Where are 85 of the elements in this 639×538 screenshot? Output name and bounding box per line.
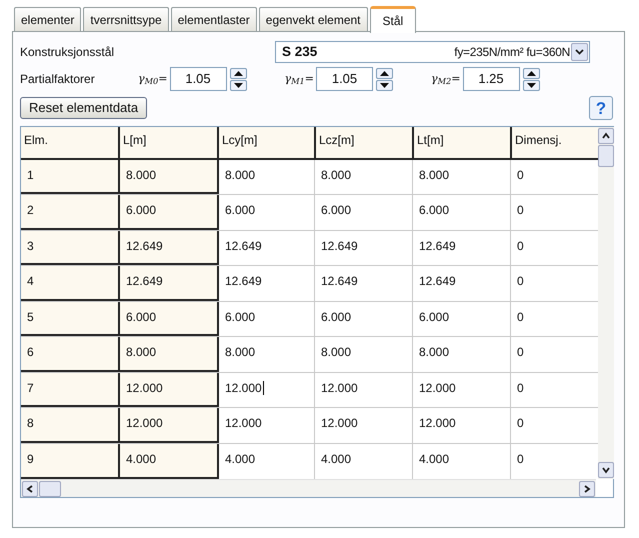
table-cell[interactable]: 8.000 <box>118 337 217 372</box>
vertical-scrollbar[interactable] <box>598 127 614 479</box>
help-button[interactable]: ? <box>589 96 613 120</box>
down-triangle-icon <box>234 82 242 88</box>
table-cell[interactable]: 12.649 <box>118 266 217 301</box>
scroll-right-button[interactable] <box>579 480 595 496</box>
table-cell[interactable]: 12.649 <box>118 230 217 266</box>
row-header: 6 <box>21 337 118 372</box>
spin-buttons[interactable] <box>376 68 393 90</box>
table-cell[interactable]: 6.000 <box>314 302 412 336</box>
factor-input[interactable]: 1.05 <box>316 67 373 91</box>
table-cell[interactable]: 8.000 <box>314 160 412 194</box>
column-header: L[m] <box>118 127 217 158</box>
table-cell[interactable]: 12.000 <box>118 372 217 408</box>
scroll-down-button[interactable] <box>598 462 614 478</box>
row-header: 2 <box>21 195 118 230</box>
horizontal-scrollbar[interactable] <box>21 479 596 497</box>
table-cell[interactable]: 12.000 <box>314 372 412 408</box>
table-cell[interactable]: 12.649 <box>314 230 412 266</box>
table-cell[interactable]: 6.000 <box>217 195 314 230</box>
tab[interactable]: egenvekt element <box>258 7 368 31</box>
table-cell[interactable]: 6.000 <box>314 195 412 230</box>
chevron-icon <box>575 49 584 55</box>
column-header: Lcz[m] <box>314 127 412 158</box>
factor-label: γ$_{M0}$= <box>138 70 168 88</box>
table-cell[interactable]: 12.000 <box>217 372 314 408</box>
row-header: 4 <box>21 266 118 301</box>
table-cell[interactable]: 12.649 <box>412 266 510 301</box>
chevron-icon <box>602 132 610 140</box>
table-cell[interactable]: 12.000 <box>412 408 510 443</box>
table-cell[interactable]: 12.000 <box>217 408 314 443</box>
scroll-up-button[interactable] <box>598 128 614 144</box>
row-header: 5 <box>21 302 118 336</box>
table-cell[interactable]: 6.000 <box>412 195 510 230</box>
table-cell[interactable]: 6.000 <box>217 302 314 336</box>
table-cell[interactable]: 12.649 <box>217 230 314 266</box>
table-cell[interactable]: 8.000 <box>217 160 314 194</box>
row-header: 8 <box>21 408 118 443</box>
column-header: Lcy[m] <box>217 127 314 158</box>
up-triangle-icon <box>234 70 242 76</box>
factor-input[interactable]: 1.25 <box>462 67 520 91</box>
steel-dropdown[interactable]: S 235 fy=235N/mm² fu=360N <box>275 41 590 63</box>
table-cell[interactable]: 12.000 <box>118 408 217 443</box>
steel-label: Konstruksjonsstål <box>20 44 116 61</box>
tab[interactable]: elementer <box>14 7 82 31</box>
chevron-icon <box>602 466 610 474</box>
up-triangle-icon <box>380 70 389 76</box>
table-cell[interactable]: 12.649 <box>314 266 412 301</box>
chevron-icon <box>583 484 591 492</box>
table-cell[interactable]: 8.000 <box>412 337 510 372</box>
table-cell[interactable]: 12.000 <box>314 408 412 443</box>
row-header: 9 <box>21 444 118 479</box>
table-cell[interactable]: 12.000 <box>412 372 510 408</box>
table-cell[interactable]: 6.000 <box>118 302 217 336</box>
table-cell[interactable]: 6.000 <box>118 195 217 230</box>
column-header: Lt[m] <box>412 127 510 158</box>
reset-button[interactable]: Reset elementdata <box>20 97 148 119</box>
factor-label: γ$_{M2}$= <box>431 70 460 88</box>
factor-label: γ$_{M1}$= <box>284 70 314 88</box>
table-cell[interactable]: 12.649 <box>412 230 510 266</box>
scroll-left-button[interactable] <box>22 480 38 496</box>
tab[interactable]: Stål <box>370 6 416 33</box>
column-header: Elm. <box>23 132 49 149</box>
chevron-icon <box>26 484 34 492</box>
table-cell[interactable]: 6.000 <box>412 302 510 336</box>
row-header: 1 <box>21 160 118 194</box>
row-header: 7 <box>21 372 118 408</box>
factor-input[interactable]: 1.05 <box>170 67 226 91</box>
scroll-thumb[interactable] <box>39 480 61 496</box>
spin-buttons[interactable] <box>522 68 540 90</box>
table-cell[interactable]: 8.000 <box>118 160 217 194</box>
scroll-thumb[interactable] <box>598 145 614 167</box>
tab[interactable]: tverrsnittsype <box>83 7 169 31</box>
tab[interactable]: elementlaster <box>170 7 257 31</box>
table-cell[interactable]: 4.000 <box>118 444 217 479</box>
down-triangle-icon <box>380 82 389 88</box>
down-triangle-icon <box>526 82 536 88</box>
spin-buttons[interactable] <box>230 68 246 90</box>
table-cell[interactable]: 8.000 <box>217 337 314 372</box>
table-cell[interactable]: 8.000 <box>314 337 412 372</box>
row-header: 3 <box>21 230 118 266</box>
table-cell[interactable]: 12.649 <box>217 266 314 301</box>
partial-factors-label: Partialfaktorer <box>20 71 96 88</box>
table-cell[interactable]: 8.000 <box>412 160 510 194</box>
up-triangle-icon <box>526 70 536 76</box>
